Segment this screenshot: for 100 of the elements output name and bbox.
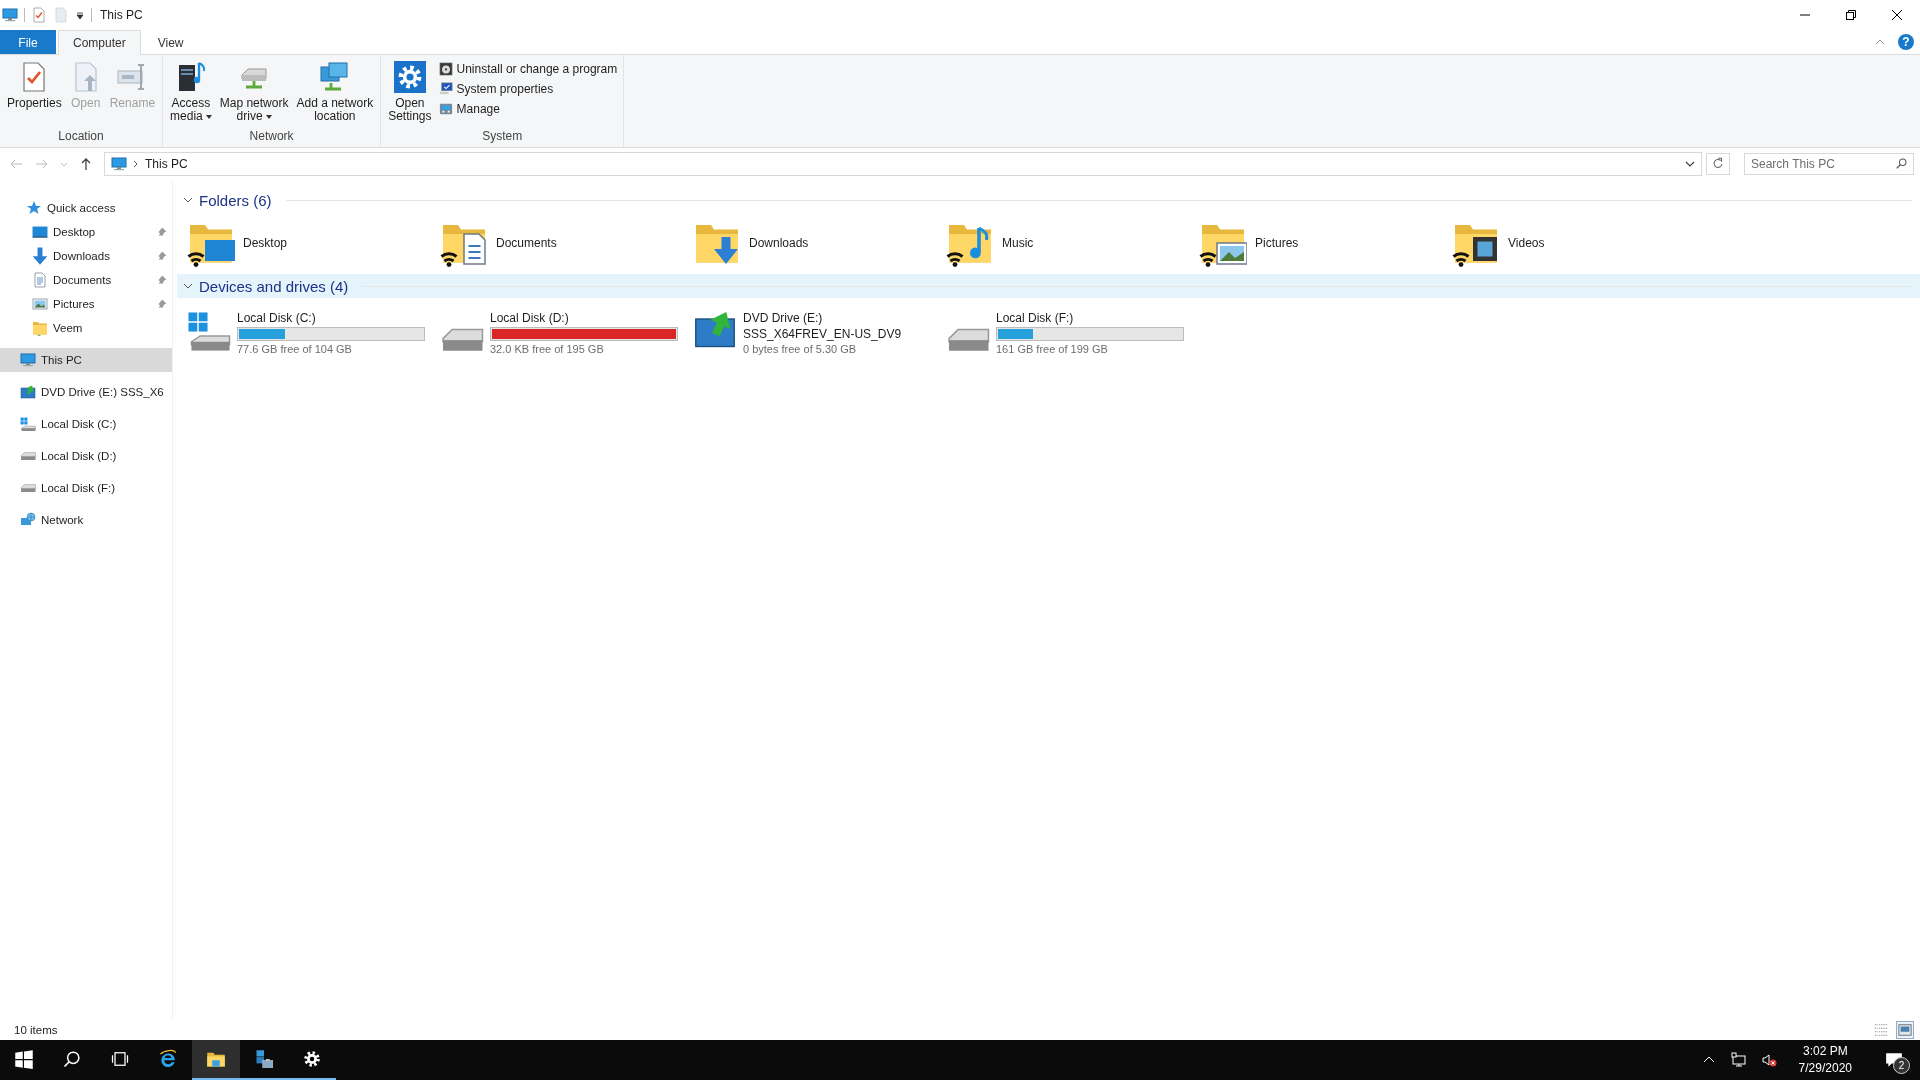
taskbar-button[interactable] bbox=[192, 1040, 240, 1080]
large-icons-view-icon bbox=[1898, 1023, 1912, 1037]
drive-tile[interactable]: DVD Drive (E:) SSS_X64FREV_EN-US_DV9 0 bytes free of 5.30 GB bbox=[693, 304, 946, 362]
desktop-icon bbox=[32, 225, 48, 239]
item-count: 10 items bbox=[14, 1024, 58, 1036]
folder-tile[interactable]: Desktop bbox=[187, 218, 440, 268]
free-space: 0 bytes free of 5.30 GB bbox=[743, 343, 858, 355]
drive-name: Local Disk (D:) bbox=[490, 311, 570, 325]
drive-name: DVD Drive (E:) bbox=[743, 311, 824, 325]
restore-icon bbox=[1846, 10, 1856, 20]
search-icon[interactable] bbox=[1895, 157, 1908, 170]
nav-item[interactable]: Pictures bbox=[0, 292, 172, 316]
ribbon-group-label: Network bbox=[248, 128, 295, 145]
nav-item[interactable]: Desktop bbox=[0, 220, 172, 244]
nav-item[interactable]: DVD Drive (E:) SSS_X6 bbox=[0, 380, 172, 404]
free-space: 161 GB free of 199 GB bbox=[996, 343, 1109, 355]
pin-icon[interactable] bbox=[156, 298, 168, 310]
nav-item[interactable]: Quick access bbox=[0, 196, 172, 220]
drive-tile[interactable]: Local Disk (D:) 32.0 KB free of 195 GB bbox=[440, 304, 693, 362]
star-icon bbox=[26, 200, 42, 216]
ribbon-button[interactable]: Add a network location bbox=[293, 59, 377, 127]
browser-e-icon bbox=[158, 1049, 178, 1069]
ribbon-tab[interactable]: View bbox=[142, 30, 199, 54]
ribbon-button[interactable]: Properties bbox=[4, 59, 65, 127]
volume-muted-icon[interactable] bbox=[1760, 1052, 1777, 1068]
hard-disk-icon bbox=[440, 327, 484, 352]
action-center-button[interactable]: 2 bbox=[1874, 1040, 1914, 1080]
windows-disk-icon bbox=[20, 416, 36, 432]
nav-item[interactable]: Documents bbox=[0, 268, 172, 292]
nav-item[interactable]: Veem bbox=[0, 316, 172, 340]
drive-name: Local Disk (F:) bbox=[996, 311, 1075, 325]
large-icons-view-button[interactable] bbox=[1896, 1021, 1914, 1039]
program-disc-icon bbox=[438, 62, 453, 76]
gear-icon bbox=[302, 1049, 322, 1069]
close-icon bbox=[1892, 10, 1902, 20]
ribbon-button[interactable]: Uninstall or change a program bbox=[436, 61, 620, 77]
address-bar[interactable]: This PC bbox=[104, 152, 1702, 176]
ribbon-tab[interactable]: File bbox=[0, 30, 56, 54]
pin-icon[interactable] bbox=[156, 250, 168, 262]
network-screens-icon bbox=[318, 61, 351, 93]
folder-tile[interactable]: Music bbox=[946, 218, 1199, 268]
section-title: Folders (6) bbox=[199, 191, 272, 209]
dropdown-caret-icon bbox=[265, 114, 272, 119]
folder-tile[interactable]: Videos bbox=[1452, 218, 1705, 268]
windows-logo-icon bbox=[14, 1049, 34, 1069]
server-briefcase-icon bbox=[254, 1049, 274, 1069]
computer-manage-icon bbox=[438, 102, 453, 116]
ribbon-button[interactable]: Access media bbox=[167, 59, 215, 127]
picture-icon bbox=[32, 296, 48, 312]
ribbon-button[interactable]: Open Settings bbox=[385, 59, 435, 127]
ribbon-button[interactable]: Map network drive bbox=[216, 59, 292, 127]
ribbon-button[interactable]: System properties bbox=[436, 81, 620, 97]
drive-tile[interactable]: Local Disk (F:) 161 GB free of 199 GB bbox=[946, 304, 1199, 362]
section-header[interactable]: Folders (6) bbox=[177, 188, 1920, 212]
clock[interactable]: 3:02 PM 7/29/2020 bbox=[1790, 1043, 1860, 1077]
nav-item[interactable]: Network bbox=[0, 508, 172, 532]
expand-chevron-icon[interactable] bbox=[183, 195, 193, 205]
dropdown-chevron-icon[interactable] bbox=[1685, 160, 1695, 168]
refresh-button[interactable] bbox=[1706, 153, 1730, 175]
folder-tile[interactable]: Documents bbox=[440, 218, 693, 268]
computer-icon bbox=[20, 352, 36, 368]
search-field[interactable]: Search This PC bbox=[1744, 153, 1914, 175]
nav-item[interactable]: Downloads bbox=[0, 244, 172, 268]
collapse-ribbon-icon[interactable] bbox=[1874, 37, 1886, 47]
nav-item[interactable]: Local Disk (D:) bbox=[0, 444, 172, 468]
expand-chevron-icon[interactable] bbox=[183, 281, 193, 291]
network-icon[interactable] bbox=[1730, 1052, 1747, 1068]
nav-item[interactable]: Local Disk (C:) bbox=[0, 412, 172, 436]
breadcrumb-chevron-icon bbox=[133, 160, 139, 168]
folder-tile[interactable]: Downloads bbox=[693, 218, 946, 268]
address-path[interactable]: This PC bbox=[145, 157, 188, 171]
nav-item[interactable]: This PC bbox=[0, 348, 172, 372]
download-arrow-icon bbox=[32, 246, 48, 266]
network-globe-icon bbox=[20, 512, 36, 528]
section-header[interactable]: Devices and drives (4) bbox=[177, 274, 1920, 298]
computer-icon[interactable] bbox=[2, 7, 18, 23]
checked-document-icon[interactable] bbox=[31, 7, 47, 23]
dropdown-caret-icon bbox=[205, 114, 212, 119]
help-button[interactable]: ? bbox=[1898, 34, 1914, 50]
folder-tile[interactable]: Pictures bbox=[1199, 218, 1452, 268]
drive-tile[interactable]: Local Disk (C:) 77.6 GB free of 104 GB bbox=[187, 304, 440, 362]
ribbon-button[interactable]: Manage bbox=[436, 101, 620, 117]
pin-icon[interactable] bbox=[156, 274, 168, 286]
ribbon-group-label: Location bbox=[57, 128, 105, 145]
hard-disk-icon bbox=[20, 451, 36, 461]
nav-item[interactable]: Local Disk (F:) bbox=[0, 476, 172, 500]
document-icon bbox=[32, 272, 48, 288]
ribbon-tab[interactable]: Computer bbox=[58, 30, 141, 55]
settings-icon bbox=[393, 61, 426, 93]
disc-drive-icon bbox=[20, 384, 36, 400]
dropdown-arrow-icon[interactable] bbox=[75, 9, 85, 21]
computer-icon bbox=[111, 156, 127, 172]
section-title: Devices and drives (4) bbox=[199, 277, 349, 295]
hard-disk-icon bbox=[20, 483, 36, 493]
folder-icon bbox=[32, 320, 48, 336]
task-view-icon bbox=[110, 1049, 130, 1069]
pin-icon[interactable] bbox=[156, 226, 168, 238]
details-view-icon bbox=[1874, 1023, 1888, 1037]
volume-label: SSS_X64FREV_EN-US_DV9 bbox=[743, 327, 903, 341]
notification-count: 2 bbox=[1893, 1057, 1910, 1074]
